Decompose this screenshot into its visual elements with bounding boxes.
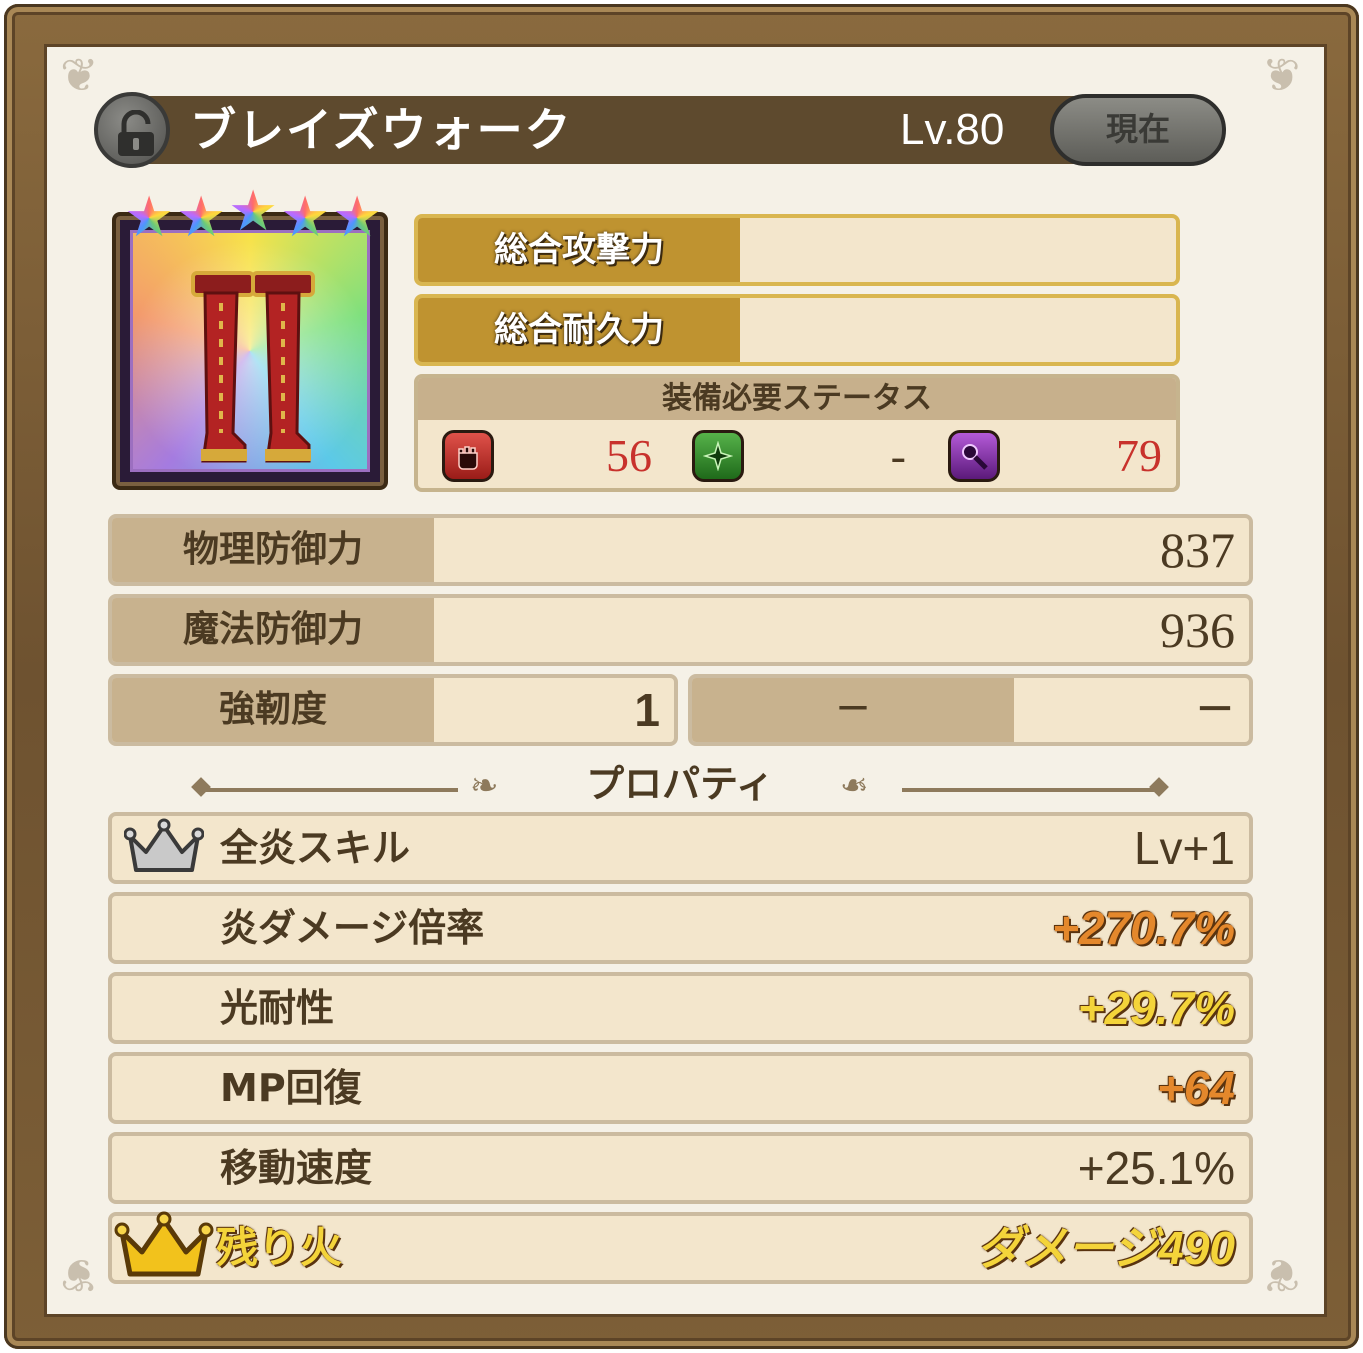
magic-defense-label: 魔法防御力 [112, 598, 434, 662]
property-row: 全炎スキル Lv+1 [108, 812, 1253, 884]
physical-defense-row: 物理防御力 837 [108, 514, 1253, 586]
property-value: +29.7% [1077, 982, 1235, 1034]
gold-crown-icon [114, 1211, 214, 1277]
property-row: 移動速度 +25.1% [108, 1132, 1253, 1204]
item-level: Lv.80 [900, 105, 1005, 154]
magic-wand-icon [948, 430, 1000, 482]
property-row: 光耐性 +29.7% [108, 972, 1253, 1044]
corner-ornament-icon: ❦ [1262, 48, 1301, 102]
special-property-value: ダメージ490 [976, 1222, 1235, 1274]
magic-defense-value: 936 [1160, 602, 1235, 658]
boots-icon [191, 271, 315, 463]
flourish-ornament-icon: ❧ [840, 766, 869, 806]
extra-stat-value: － [1195, 688, 1235, 732]
special-property-name: 残り火 [216, 1223, 343, 1272]
fist-icon [442, 430, 494, 482]
property-value: Lv+1 [1133, 822, 1235, 874]
lock-button[interactable] [94, 92, 170, 168]
silver-crown-icon [124, 818, 204, 872]
required-strength-value: 56 [606, 430, 652, 481]
sparkle-icon [692, 430, 744, 482]
divider-line [206, 788, 458, 792]
corner-ornament-icon: ❦ [60, 1248, 99, 1302]
property-name: 炎ダメージ倍率 [220, 906, 485, 950]
required-status-title: 装備必要ステータス [418, 378, 1176, 420]
flourish-ornament-icon: ❧ [470, 766, 499, 806]
item-thumbnail[interactable] [112, 212, 388, 490]
property-name: 移動速度 [220, 1146, 373, 1190]
required-dexterity-value: - [890, 430, 906, 481]
required-intelligence-value: 79 [1116, 430, 1162, 481]
property-name: MP回復 [220, 1066, 362, 1110]
item-name: ブレイズウォーク [190, 103, 573, 157]
item-art [130, 230, 370, 472]
magic-defense-row: 魔法防御力 936 [108, 594, 1253, 666]
total-durability-label: 総合耐久力 [418, 298, 740, 362]
unlock-icon [118, 110, 154, 156]
properties-title: プロパティ [586, 762, 774, 806]
corner-ornament-icon: ❦ [60, 48, 99, 102]
extra-stat-row: － － [688, 674, 1253, 746]
toughness-row: 強靭度 1 [108, 674, 678, 746]
property-value: +25.1% [1077, 1142, 1235, 1194]
total-attack-label: 総合攻撃力 [418, 218, 740, 282]
property-row: 炎ダメージ倍率 +270.7% [108, 892, 1253, 964]
total-attack-row: 総合攻撃力 [414, 214, 1180, 286]
property-value: +270.7% [1052, 902, 1235, 954]
extra-stat-label: － [692, 678, 1014, 742]
toughness-value: 1 [634, 684, 660, 736]
property-name: 光耐性 [220, 986, 335, 1030]
toughness-label: 強靭度 [112, 678, 434, 742]
physical-defense-label: 物理防御力 [112, 518, 434, 582]
divider-line [902, 788, 1154, 792]
corner-ornament-icon: ❦ [1262, 1248, 1301, 1302]
property-row: MP回復 +64 [108, 1052, 1253, 1124]
physical-defense-value: 837 [1160, 522, 1235, 578]
current-button[interactable]: 現在 [1050, 94, 1226, 166]
star-icon: ★ [228, 179, 279, 244]
property-name: 全炎スキル [220, 826, 411, 870]
required-status-box: 装備必要ステータス 56 - 79 [414, 374, 1180, 492]
property-value: +64 [1156, 1062, 1235, 1114]
total-durability-row: 総合耐久力 [414, 294, 1180, 366]
